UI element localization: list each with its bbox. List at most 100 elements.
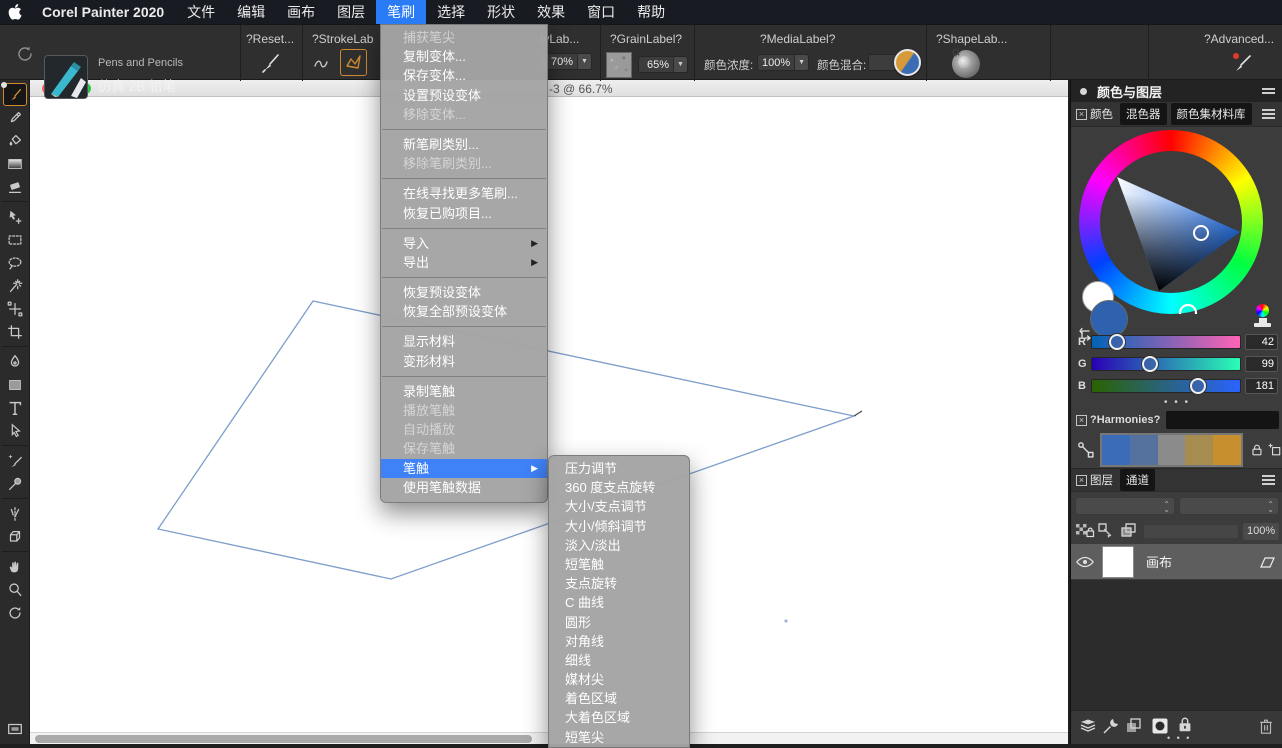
submenu-item-size-tilt[interactable]: 大小/倾斜调节: [549, 517, 689, 536]
composite-depth-select[interactable]: ⌃ ⌄: [1179, 497, 1279, 515]
tool-paint-bucket[interactable]: [3, 129, 27, 152]
advanced-brush-icon[interactable]: [1228, 51, 1254, 80]
tool-magnifier[interactable]: [3, 578, 27, 601]
menubar-item-canvas[interactable]: 画布: [276, 0, 326, 24]
harmony-link-icon[interactable]: [1076, 440, 1096, 460]
red-slider-thumb[interactable]: [1109, 334, 1125, 350]
menu-item-restore-default-variant[interactable]: 恢复预设变体: [381, 283, 547, 302]
dynamic-plugins-icon[interactable]: [1101, 716, 1121, 736]
horizontal-scrollbar-thumb[interactable]: [35, 735, 532, 743]
brush-variant-thumbnail[interactable]: [44, 55, 88, 99]
menu-item-export[interactable]: 导出▶: [381, 253, 547, 272]
color-blend-sphere-icon[interactable]: [894, 49, 921, 76]
green-slider[interactable]: [1091, 357, 1241, 371]
blue-value[interactable]: 181: [1245, 378, 1278, 394]
green-slider-thumb[interactable]: [1142, 356, 1158, 372]
tab-color-sets[interactable]: 颜色集材料库: [1171, 103, 1252, 125]
layers-panel-menu-icon[interactable]: [1262, 473, 1275, 487]
composite-method-select[interactable]: ⌃ ⌄: [1075, 497, 1175, 515]
tool-cloner-brush[interactable]: [3, 449, 27, 472]
close-tab-icon[interactable]: ×: [1076, 109, 1087, 120]
apple-icon[interactable]: [0, 4, 30, 20]
menu-item-restore-all-default-variants[interactable]: 恢复全部预设变体: [381, 302, 547, 321]
stroke-freehand-icon[interactable]: [312, 53, 334, 78]
tool-cloner[interactable]: [3, 472, 27, 495]
brush-reload-icon[interactable]: [14, 43, 36, 70]
panel-handle-dot[interactable]: [1, 82, 7, 88]
lock-layer-icon[interactable]: [1176, 715, 1194, 735]
tool-dropper[interactable]: [3, 106, 27, 129]
tool-text[interactable]: [3, 396, 27, 419]
menu-item-set-default-variant[interactable]: 设置预设变体: [381, 86, 547, 105]
menu-item-save-variant[interactable]: 保存变体...: [381, 66, 547, 85]
submenu-item-large-color-area[interactable]: 大着色区域: [549, 708, 689, 727]
submenu-item-pivot-rotation[interactable]: 支点旋转: [549, 574, 689, 593]
menu-item-stroke[interactable]: 笔触▶: [381, 459, 547, 478]
close-harmonies-icon[interactable]: ×: [1076, 415, 1087, 426]
menu-item-new-brush-category[interactable]: 新笔刷类别...: [381, 135, 547, 154]
tool-rotate-page[interactable]: [3, 601, 27, 624]
tool-gradient[interactable]: [3, 152, 27, 175]
main-color-swatch[interactable]: [1090, 300, 1128, 338]
color-stamp-icon[interactable]: [1254, 304, 1271, 327]
document-titlebar[interactable]: -3 @ 66.7%: [30, 80, 1068, 97]
layer-commands-icon[interactable]: [1078, 716, 1098, 736]
harmony-swatch-4[interactable]: [1185, 435, 1213, 465]
submenu-item-circle[interactable]: 圆形: [549, 613, 689, 632]
tool-shape-select[interactable]: [3, 419, 27, 442]
add-swatch-icon[interactable]: [1267, 441, 1282, 459]
menubar-item-effects[interactable]: 效果: [526, 0, 576, 24]
blue-slider[interactable]: [1091, 379, 1241, 393]
caret-down-icon[interactable]: ▼: [673, 57, 687, 72]
tool-rect-select[interactable]: [3, 228, 27, 251]
layer-visibility-icon[interactable]: [1076, 555, 1094, 569]
slider-pager-dots[interactable]: • • •: [1071, 397, 1282, 408]
caret-down-icon[interactable]: ▼: [577, 54, 591, 69]
layer-blend-icon[interactable]: [1119, 522, 1139, 540]
submenu-item-size-pivot[interactable]: 大小/支点调节: [549, 497, 689, 516]
menubar-item-window[interactable]: 窗口: [576, 0, 626, 24]
menu-item-import[interactable]: 导入▶: [381, 234, 547, 253]
color-strength-dropdown[interactable]: 100%▼: [757, 54, 809, 71]
submenu-item-pressure[interactable]: 压力调节: [549, 459, 689, 478]
tool-eraser[interactable]: [3, 175, 27, 198]
harmony-swatch-3[interactable]: [1158, 435, 1186, 465]
caret-down-icon[interactable]: ▼: [794, 55, 808, 70]
menubar-item-help[interactable]: 帮助: [626, 0, 676, 24]
submenu-item-fade[interactable]: 淡入/淡出: [549, 536, 689, 555]
lock-icon[interactable]: [1249, 441, 1265, 459]
menu-item-get-more-brushes[interactable]: 在线寻找更多笔刷...: [381, 184, 547, 203]
tab-color[interactable]: × 颜色: [1076, 106, 1113, 122]
menubar-item-select[interactable]: 选择: [426, 0, 476, 24]
harmony-swatch-1[interactable]: [1102, 435, 1130, 465]
new-layer-icon[interactable]: [1124, 716, 1144, 736]
submenu-item-360-pivot[interactable]: 360 度支点旋转: [549, 478, 689, 497]
layers-pager-dots[interactable]: • • •: [1167, 733, 1217, 743]
stroke-straightline-icon[interactable]: [340, 49, 367, 76]
harmony-swatches[interactable]: [1100, 433, 1243, 467]
layer-opacity-slider[interactable]: [1143, 524, 1239, 539]
paper-texture-thumbnail[interactable]: [606, 52, 632, 78]
menu-item-transform-materials[interactable]: 变形材料: [381, 352, 547, 371]
menubar-item-brushes[interactable]: 笔刷: [376, 0, 426, 24]
tool-crop[interactable]: [3, 320, 27, 343]
screen-mode-toggle[interactable]: [3, 717, 27, 740]
brush-variant-label[interactable]: 仿真 2B 铅笔: [98, 75, 176, 95]
layer-thumbnail[interactable]: [1102, 546, 1134, 578]
preserve-transparency-icon[interactable]: [1075, 522, 1095, 540]
layer-row-canvas[interactable]: 画布: [1071, 544, 1282, 580]
delete-layer-icon[interactable]: [1257, 716, 1275, 736]
pickup-underlying-icon[interactable]: [1097, 522, 1117, 540]
menu-item-use-stroke-data[interactable]: 使用笔触数据: [381, 478, 547, 497]
menu-item-show-materials[interactable]: 显示材料: [381, 332, 547, 351]
submenu-item-diagonal[interactable]: 对角线: [549, 632, 689, 651]
submenu-item-media-dab[interactable]: 媒材尖: [549, 670, 689, 689]
submenu-item-color-area[interactable]: 着色区域: [549, 689, 689, 708]
tool-rect-shape[interactable]: [3, 373, 27, 396]
menubar-item-edit[interactable]: 编辑: [226, 0, 276, 24]
tool-pen[interactable]: [3, 350, 27, 373]
tool-transform[interactable]: [3, 297, 27, 320]
menubar-item-file[interactable]: 文件: [176, 0, 226, 24]
layer-opacity-value[interactable]: 100%: [1243, 523, 1279, 540]
reset-brush-icon[interactable]: [258, 51, 282, 80]
